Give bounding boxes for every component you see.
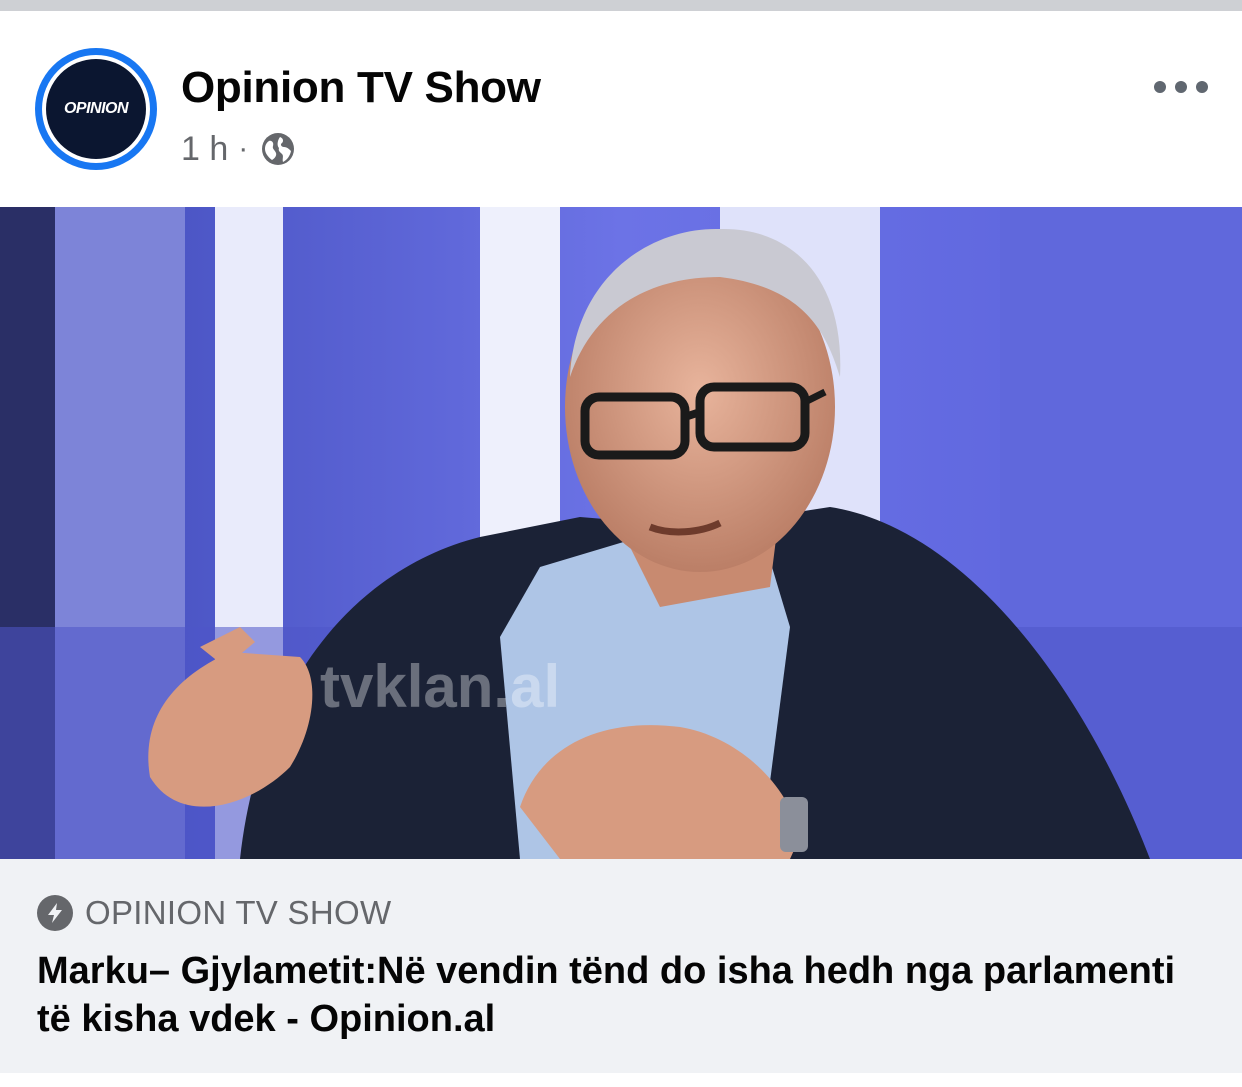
feed-post: OPINION Opinion TV Show 1 h · tvklan.al … [0, 11, 1242, 1087]
studio-image: tvklan.al [0, 207, 1242, 859]
meta-separator: · [238, 132, 249, 165]
page-name-link[interactable]: Opinion TV Show [181, 63, 541, 113]
post-footer [0, 1073, 1242, 1087]
post-meta: 1 h · [181, 129, 296, 169]
more-options-icon[interactable] [1150, 67, 1212, 107]
page-avatar[interactable]: OPINION [35, 48, 157, 170]
video-thumbnail[interactable]: tvklan.al [0, 207, 1242, 859]
opinion-logo: OPINION [46, 59, 146, 159]
globe-icon[interactable] [260, 131, 296, 167]
post-header: OPINION Opinion TV Show 1 h · [0, 11, 1242, 207]
link-title[interactable]: Marku– Gjylametit:Në vendin tënd do isha… [37, 947, 1207, 1043]
tv-watermark: tvklan.al [320, 653, 560, 720]
feed-divider [0, 0, 1242, 11]
post-timestamp[interactable]: 1 h [181, 130, 228, 169]
source-label: OPINION TV SHOW [85, 894, 392, 931]
instant-article-bolt-icon [37, 895, 73, 931]
link-source: OPINION TV SHOW [37, 893, 391, 933]
link-preview[interactable]: OPINION TV SHOW Marku– Gjylametit:Në ven… [0, 859, 1242, 1073]
